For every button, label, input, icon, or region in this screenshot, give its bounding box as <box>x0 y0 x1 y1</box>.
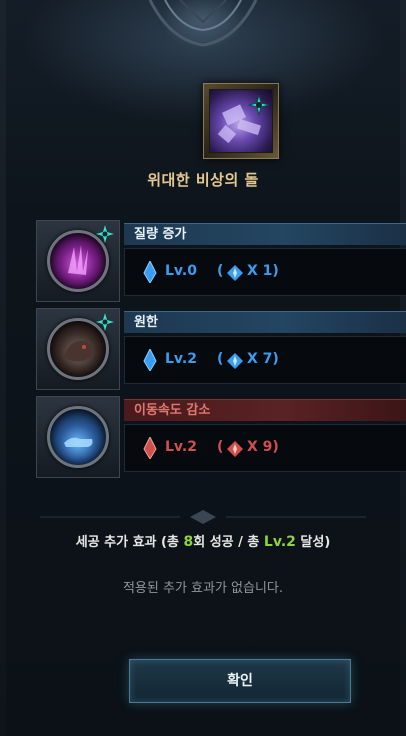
achieved-level: Lv.2 <box>263 534 296 550</box>
open-paren: ( <box>217 263 224 279</box>
engraving-title: 이동속도 감소 <box>124 399 406 421</box>
engraving-multiplier: X 9) <box>247 439 279 455</box>
orb-frame <box>36 220 120 302</box>
left-frame-edge <box>0 0 6 736</box>
confirm-button[interactable]: 확인 <box>129 659 351 703</box>
item-name: 위대한 비상의 돌 <box>147 171 259 189</box>
orb-frame <box>36 308 120 390</box>
engraving-value: Lv.0 ( X 1) <box>124 248 406 296</box>
item-icon-frame <box>203 83 279 159</box>
faceting-result-panel: 위대한 비상의 돌 질량 증가 Lv.0 ( X 1) 원한 Lv.2 (X … <box>0 0 406 736</box>
orb-frame <box>36 396 120 478</box>
engraving-title: 질량 증가 <box>124 223 406 245</box>
open-paren: ( <box>217 439 224 455</box>
top-ornament <box>140 0 266 80</box>
sparkle-gem-icon <box>96 225 114 243</box>
red-diamond-icon <box>227 441 243 457</box>
ability-stone-icon <box>209 89 273 153</box>
engraving-row-2: 원한 Lv.2 ( X 7) <box>36 308 406 390</box>
blue-boot-icon <box>47 406 109 468</box>
engraving-level: Lv.2 <box>165 351 197 367</box>
sparkle-gem-icon <box>248 94 270 116</box>
engraving-level: Lv.2 <box>165 439 197 455</box>
sparkle-gem-icon <box>96 313 114 331</box>
engraving-multiplier: X 1) <box>247 263 279 279</box>
blue-drop-icon <box>143 349 157 371</box>
engraving-level: Lv.0 <box>165 263 197 279</box>
engraving-title: 원한 <box>124 311 406 333</box>
open-paren: ( <box>217 351 224 367</box>
engraving-value: Lv.2 ( X 7) <box>124 336 406 384</box>
engraving-row-1: 질량 증가 Lv.0 ( X 1) <box>36 220 406 302</box>
faceting-summary: 세공 추가 효과 (총 8회 성공 / 총 Lv.2 달성) <box>75 534 331 550</box>
engraving-multiplier: X 7) <box>247 351 279 367</box>
blue-diamond-icon <box>227 353 243 369</box>
success-count: 8 <box>183 534 194 550</box>
blue-diamond-icon <box>227 265 243 281</box>
red-drop-icon <box>143 437 157 459</box>
ornamental-divider <box>40 510 366 524</box>
no-effect-message: 적용된 추가 효과가 없습니다. <box>122 581 284 596</box>
engraving-row-3: 이동속도 감소 Lv.2 ( X 9) <box>36 396 406 478</box>
engraving-value: Lv.2 ( X 9) <box>124 424 406 472</box>
blue-drop-icon <box>143 261 157 283</box>
